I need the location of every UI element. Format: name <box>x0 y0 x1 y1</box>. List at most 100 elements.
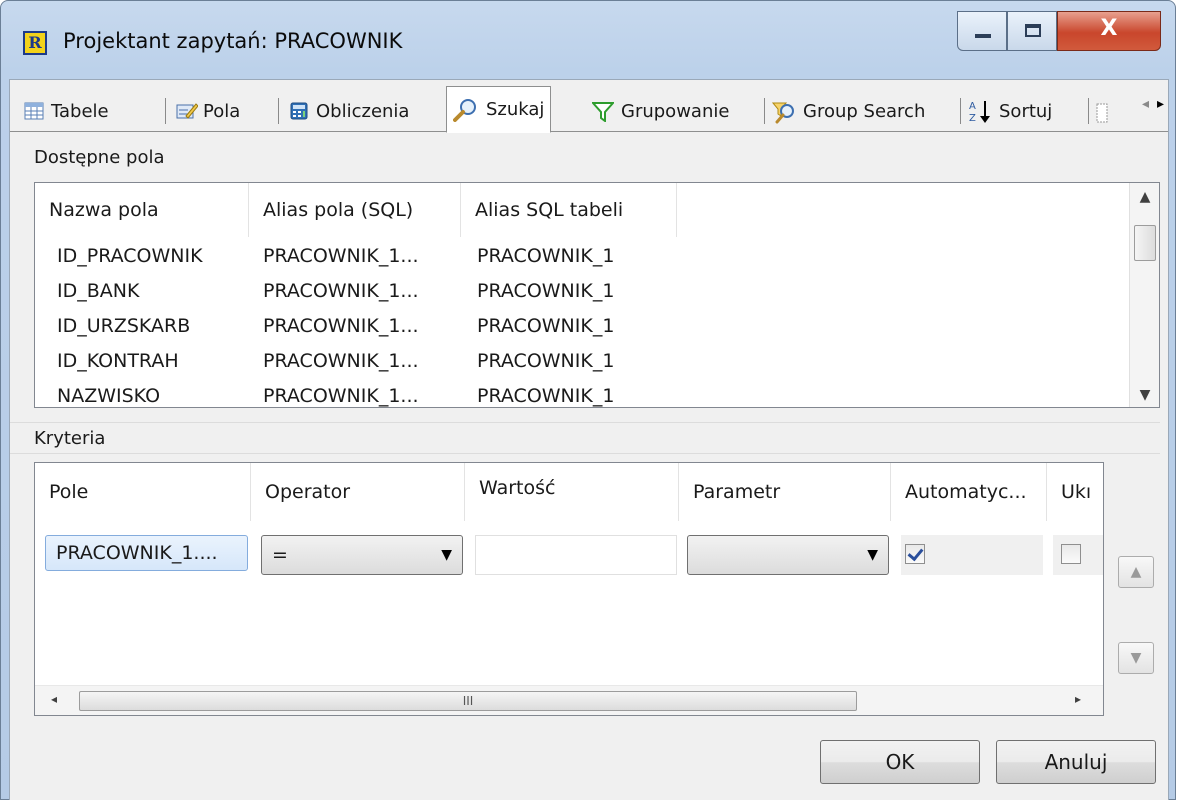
cell-field-name: ID_KONTRAH <box>57 350 179 372</box>
cell-field-alias: PRACOWNIK_1... <box>263 280 419 302</box>
column-header-table-alias[interactable]: Alias SQL tabeli <box>461 183 677 237</box>
tab-label: Tabele <box>51 100 109 122</box>
window-title: Projektant zapytań: PRACOWNIK <box>63 29 403 53</box>
cell-table-alias: PRACOWNIK_1 <box>477 245 615 267</box>
tab-sortuj[interactable]: AZ Sortuj <box>968 92 1052 130</box>
minimize-icon <box>975 34 991 38</box>
tab-scroll-right-icon[interactable]: ▸ <box>1157 96 1164 112</box>
horizontal-scrollbar[interactable]: ◂ III ▸ <box>35 685 1103 715</box>
maximize-icon <box>1025 24 1041 37</box>
scrollbar-thumb[interactable]: III <box>79 691 857 711</box>
cell-table-alias: PRACOWNIK_1 <box>477 385 615 407</box>
minimize-button[interactable] <box>957 11 1007 51</box>
tab-szukaj[interactable]: Szukaj <box>446 86 552 133</box>
cancel-button[interactable]: Anuluj <box>996 740 1156 784</box>
group-search-icon <box>771 102 796 124</box>
scroll-up-icon[interactable]: ▲ <box>1130 189 1159 205</box>
table-icon <box>24 102 44 120</box>
tab-overflow-partial[interactable] <box>1096 92 1115 130</box>
parameter-select[interactable]: ▼ <box>687 535 889 575</box>
sort-az-icon: AZ <box>968 98 992 124</box>
criteria-grid[interactable]: Pole Operator Wartość Parametr Automatyc… <box>34 462 1104 716</box>
scroll-left-icon[interactable]: ◂ <box>51 692 57 706</box>
operator-value: = <box>272 544 288 566</box>
scroll-right-icon[interactable]: ▸ <box>1075 692 1081 706</box>
scroll-down-icon[interactable]: ▼ <box>1130 387 1159 403</box>
available-fields-label: Dostępne pola <box>34 147 165 168</box>
column-header-value[interactable]: Wartość <box>465 463 679 521</box>
operator-select[interactable]: = ▼ <box>261 535 463 575</box>
chevron-down-icon: ▼ <box>441 547 452 563</box>
available-fields-grid[interactable]: Nazwa pola Alias pola (SQL) Alias SQL ta… <box>34 182 1160 408</box>
close-button[interactable]: X <box>1057 11 1161 51</box>
column-header-hidden[interactable]: Ukı <box>1047 463 1103 521</box>
close-icon: X <box>1100 16 1118 41</box>
column-header-field-alias[interactable]: Alias pola (SQL) <box>249 183 461 237</box>
tab-label: Obliczenia <box>316 100 410 122</box>
table-row[interactable]: ID_PRACOWNIK PRACOWNIK_1... PRACOWNIK_1 <box>35 241 1131 276</box>
tab-pola[interactable]: Pola <box>176 92 240 130</box>
tab-obliczenia[interactable]: Obliczenia <box>289 92 409 130</box>
tab-separator <box>764 98 765 124</box>
cell-table-alias: PRACOWNIK_1 <box>477 350 615 372</box>
ok-button[interactable]: OK <box>820 740 980 784</box>
scrollbar-thumb[interactable] <box>1134 225 1156 261</box>
dialog-client-area: Tabele Pola Obliczenia Szukaj Grupowanie… <box>9 79 1169 800</box>
tab-group-search[interactable]: Group Search <box>771 92 926 130</box>
cell-table-alias: PRACOWNIK_1 <box>477 315 615 337</box>
tab-separator <box>165 98 166 124</box>
criteria-field-cell[interactable]: PRACOWNIK_1.... <box>45 535 248 571</box>
automatic-checkbox[interactable] <box>905 544 925 564</box>
column-header-parameter[interactable]: Parametr <box>679 463 891 521</box>
funnel-icon <box>590 102 616 123</box>
automatic-cell <box>901 535 1043 575</box>
tab-separator <box>1088 98 1089 124</box>
column-header-automatic[interactable]: Automatyc... <box>891 463 1047 521</box>
tab-strip: Tabele Pola Obliczenia Szukaj Grupowanie… <box>10 80 1168 133</box>
move-down-button[interactable]: ▼ <box>1118 642 1154 674</box>
hidden-checkbox[interactable] <box>1061 544 1081 564</box>
tab-scroll-arrows: ◂ ▸ <box>1142 96 1164 112</box>
tab-scroll-left-icon[interactable]: ◂ <box>1142 96 1149 112</box>
chevron-down-icon: ▼ <box>867 547 878 563</box>
criteria-label: Kryteria <box>10 422 1160 454</box>
hidden-cell <box>1053 535 1103 575</box>
title-bar[interactable]: R Projektant zapytań: PRACOWNIK X <box>1 1 1175 77</box>
cell-field-name: NAZWISKO <box>57 385 161 407</box>
svg-text:Z: Z <box>969 113 976 124</box>
tab-label: Group Search <box>803 100 926 122</box>
tab-label: Sortuj <box>999 100 1053 122</box>
grid-header: Nazwa pola Alias pola (SQL) Alias SQL ta… <box>35 183 1131 237</box>
table-row[interactable]: ID_URZSKARB PRACOWNIK_1... PRACOWNIK_1 <box>35 311 1131 346</box>
column-header-field[interactable]: Pole <box>35 463 251 521</box>
cell-field-name: ID_PRACOWNIK <box>57 245 203 267</box>
tab-label: Grupowanie <box>621 100 730 122</box>
value-input[interactable] <box>475 535 677 575</box>
cell-field-name: ID_URZSKARB <box>57 315 191 337</box>
cell-field-alias: PRACOWNIK_1... <box>263 385 419 407</box>
tab-grupowanie[interactable]: Grupowanie <box>590 92 730 130</box>
maximize-button[interactable] <box>1007 11 1057 51</box>
table-row[interactable]: ID_KONTRAH PRACOWNIK_1... PRACOWNIK_1 <box>35 346 1131 381</box>
move-up-button[interactable]: ▲ <box>1118 556 1154 588</box>
column-header-field-name[interactable]: Nazwa pola <box>35 183 249 237</box>
document-icon <box>1096 102 1108 123</box>
cell-field-name: ID_BANK <box>57 280 140 302</box>
cell-field-alias: PRACOWNIK_1... <box>263 245 419 267</box>
tab-separator <box>960 98 961 124</box>
calculator-icon <box>289 102 309 120</box>
table-row[interactable]: ID_BANK PRACOWNIK_1... PRACOWNIK_1 <box>35 276 1131 311</box>
cell-field-alias: PRACOWNIK_1... <box>263 350 419 372</box>
tab-label: Szukaj <box>486 99 545 120</box>
column-header-operator[interactable]: Operator <box>251 463 465 521</box>
tab-label: Pola <box>203 100 241 122</box>
svg-text:A: A <box>969 101 976 112</box>
table-row[interactable]: NAZWISKO PRACOWNIK_1... PRACOWNIK_1 <box>35 381 1131 407</box>
tab-separator <box>278 98 279 124</box>
tab-tabele[interactable]: Tabele <box>24 92 109 130</box>
fields-edit-icon <box>176 102 199 120</box>
cell-field-alias: PRACOWNIK_1... <box>263 315 419 337</box>
magnifier-icon <box>453 98 479 122</box>
vertical-scrollbar[interactable]: ▲ ▼ <box>1129 183 1159 407</box>
arrow-down-icon: ▼ <box>1130 650 1142 666</box>
